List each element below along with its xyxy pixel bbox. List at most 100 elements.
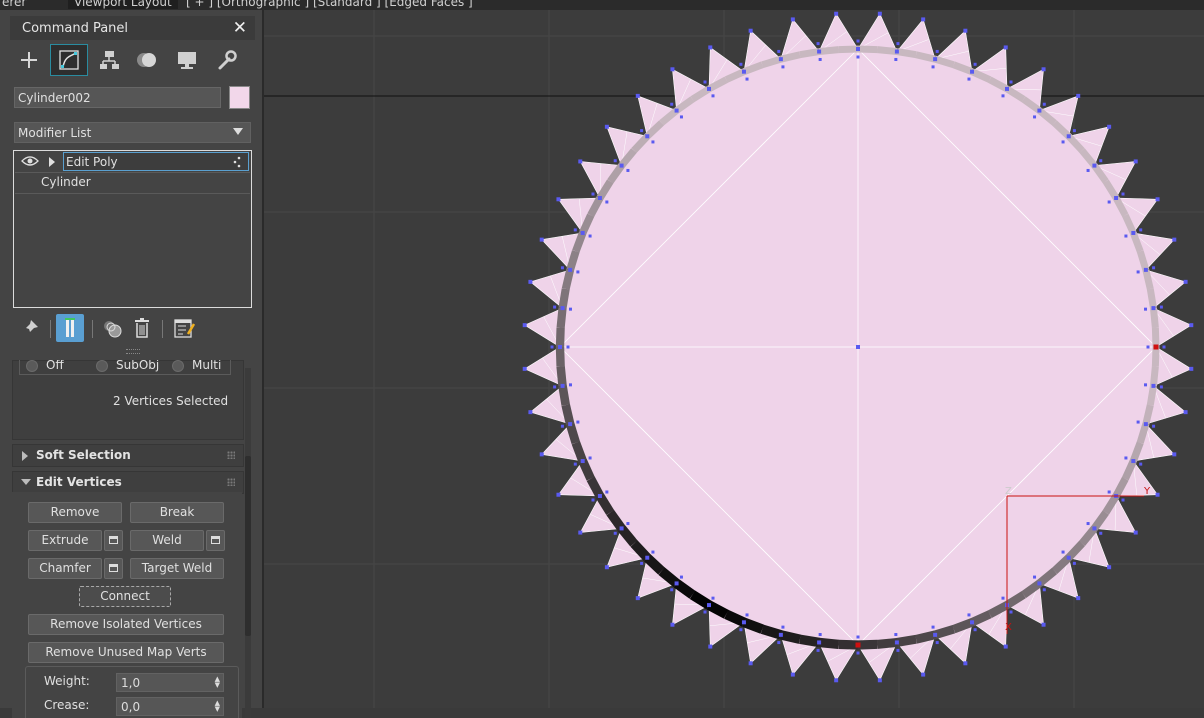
weld-button[interactable]: Weld — [130, 530, 204, 551]
vertex — [711, 596, 715, 600]
viewport-canvas[interactable]: Z Y X — [264, 10, 1204, 708]
ring-edge-segment — [838, 45, 859, 54]
eye-icon[interactable] — [21, 155, 39, 167]
remove-isolated-vertices-button[interactable]: Remove Isolated Vertices — [28, 614, 224, 635]
radio-off[interactable] — [26, 360, 38, 372]
stack-item-cylinder[interactable]: Cylinder — [15, 173, 250, 194]
vertex — [1099, 531, 1103, 535]
ring-edge-segment — [933, 625, 956, 640]
orthographic-viewport[interactable]: Z Y X — [264, 10, 1204, 708]
weld-settings-icon[interactable] — [206, 530, 225, 551]
subobject-dots-icon — [233, 156, 241, 168]
radio-subobj[interactable] — [96, 360, 108, 372]
vertex — [1042, 102, 1046, 106]
viewport-label-menu[interactable]: [ + ] [Orthographic ] [Standard ] [Edged… — [186, 0, 473, 9]
tab-motion[interactable] — [128, 44, 166, 76]
command-panel-titlebar[interactable]: Command Panel ✕ — [10, 16, 255, 40]
tab-hierarchy[interactable] — [90, 44, 128, 76]
vertex — [573, 462, 577, 466]
tab-fragment[interactable]: erer — [2, 0, 26, 9]
radio-multi[interactable] — [172, 360, 184, 372]
ring-edge-segment — [1142, 269, 1154, 290]
configure-sets-button[interactable] — [170, 314, 198, 342]
radio-off-label: Off — [46, 360, 64, 372]
drag-grip-icon[interactable] — [227, 478, 235, 486]
vertex — [777, 49, 781, 53]
remove-modifier-button[interactable] — [128, 314, 156, 342]
vertex — [560, 306, 565, 311]
crease-spinner[interactable]: 0,0 ▲ ▼ — [116, 697, 224, 716]
vertex — [1133, 159, 1138, 164]
object-color-swatch[interactable] — [229, 86, 250, 109]
edit-vertices-rollout: Remove Break Extrude Weld Chamfer Target… — [12, 492, 242, 718]
stack-item-label: Edit Poly — [66, 155, 118, 169]
ring-edge-segment — [799, 634, 820, 648]
vertex — [1033, 575, 1037, 579]
extrude-settings-icon[interactable] — [104, 530, 123, 551]
tab-utilities[interactable] — [208, 44, 246, 76]
vertex — [1139, 228, 1143, 232]
vertex — [1136, 420, 1140, 424]
vertex — [568, 422, 573, 427]
cylinder-cap-mesh[interactable] — [522, 11, 1194, 683]
viewport-layout-tab[interactable]: Viewport Layout — [68, 0, 178, 9]
show-end-result-button[interactable] — [56, 314, 84, 342]
vertex — [553, 385, 557, 389]
vertex — [1133, 530, 1138, 535]
object-name-field[interactable]: Cylinder002 — [14, 87, 221, 108]
close-icon[interactable]: ✕ — [233, 18, 247, 38]
rollout-title: Soft Selection — [36, 448, 131, 462]
expand-arrow-icon[interactable] — [48, 157, 56, 167]
spinner-arrows-icon[interactable]: ▲ ▼ — [215, 700, 220, 713]
modifier-list-dropdown[interactable]: Modifier List — [14, 122, 251, 143]
vertex — [580, 230, 585, 235]
resize-grip[interactable] — [126, 349, 140, 354]
vertex — [645, 134, 650, 139]
chamfer-button[interactable]: Chamfer — [28, 558, 102, 579]
drag-grip-icon[interactable] — [227, 451, 235, 459]
pin-stack-button[interactable] — [16, 314, 44, 342]
vertex — [522, 323, 527, 328]
weight-spinner[interactable]: 1,0 ▲ ▼ — [116, 673, 224, 692]
spinner-arrows-icon[interactable]: ▲ ▼ — [215, 676, 220, 689]
connect-button[interactable]: Connect — [79, 586, 171, 607]
tab-modify[interactable] — [50, 44, 88, 76]
vertex — [1143, 267, 1148, 272]
remove-unused-map-verts-button[interactable]: Remove Unused Map Verts — [28, 642, 224, 663]
radio-subobj-label: SubObj — [116, 360, 160, 372]
vertex — [856, 47, 860, 51]
ring-edge-segment — [1146, 385, 1157, 406]
vertex — [1001, 596, 1005, 600]
vertex — [1139, 462, 1143, 466]
tab-display[interactable] — [168, 44, 206, 76]
vertex — [817, 49, 822, 54]
vertex — [778, 632, 783, 637]
edit-vertices-rollout-header[interactable]: Edit Vertices — [12, 471, 244, 494]
make-unique-button[interactable] — [98, 314, 126, 342]
target-weld-button[interactable]: Target Weld — [130, 558, 224, 579]
vertex — [856, 55, 860, 59]
show-end-result-icon — [65, 318, 75, 337]
ring-edge-segment — [857, 45, 878, 54]
vertex — [576, 270, 580, 274]
gizmo-y-label: Y — [1143, 486, 1151, 497]
tab-create[interactable] — [10, 44, 48, 76]
scrollbar-thumb[interactable] — [245, 456, 251, 636]
panel-scrollbar[interactable] — [245, 368, 251, 718]
vertex — [933, 57, 938, 62]
vertex — [539, 452, 544, 457]
vertex — [1143, 422, 1148, 427]
ring-edge-segment — [818, 46, 839, 56]
soft-selection-rollout-header[interactable]: Soft Selection — [12, 444, 244, 467]
remove-button[interactable]: Remove — [28, 502, 122, 523]
selection-rollout: Off SubObj Multi 2 Vertices Selected — [12, 360, 244, 440]
chamfer-settings-icon[interactable] — [104, 558, 123, 579]
vertex — [894, 633, 898, 637]
vertex — [777, 641, 781, 645]
vertex — [1114, 196, 1119, 200]
stack-item-edit-poly[interactable]: Edit Poly — [15, 152, 250, 173]
ring-edge-segment — [838, 639, 859, 650]
vertex — [626, 522, 630, 526]
break-button[interactable]: Break — [130, 502, 224, 523]
extrude-button[interactable]: Extrude — [28, 530, 102, 551]
